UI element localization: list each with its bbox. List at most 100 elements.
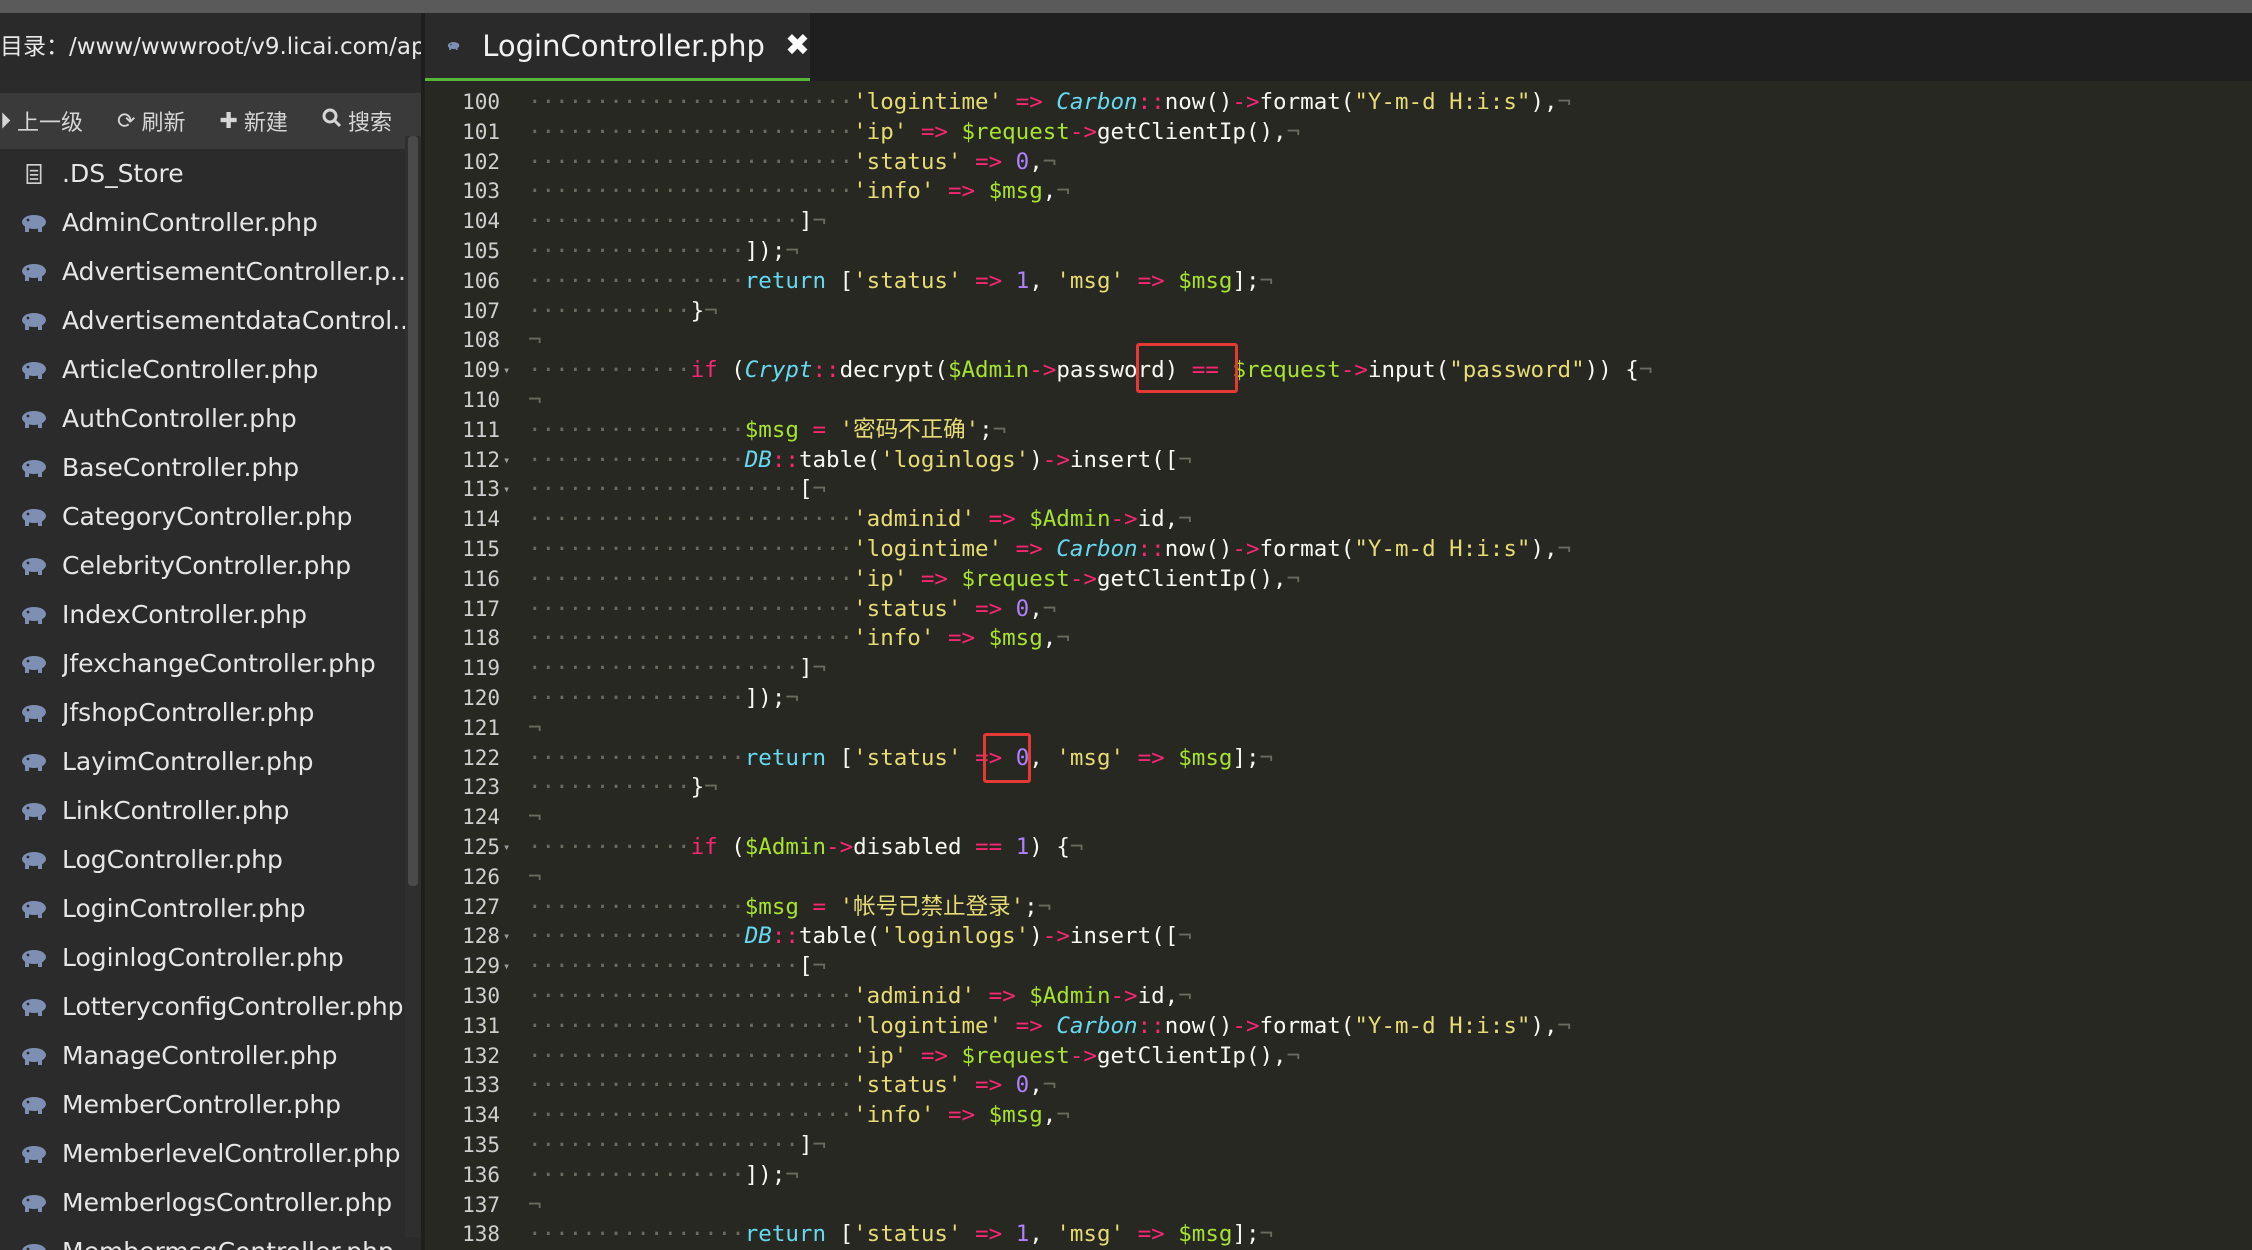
code-line: 108 ¬	[425, 326, 2252, 356]
code-token: "Y-m-d H:i:s"	[1354, 536, 1531, 562]
file-list-item[interactable]: AdvertisementdataControl...	[0, 296, 405, 345]
file-list-item[interactable]: LinkController.php	[0, 786, 405, 835]
sidebar-scrollbar-thumb[interactable]	[408, 136, 418, 886]
code-editor[interactable]: 138 ················return ['status' => 1…	[425, 81, 2252, 1250]
code-token: now()	[1164, 536, 1233, 562]
code-line: 104 ····················]¬	[425, 207, 2252, 237]
file-list-item[interactable]: LoginlogController.php	[0, 933, 405, 982]
indent-guide: ························	[528, 1042, 854, 1069]
code-token: ,	[1042, 625, 1057, 652]
file-list-item[interactable]: MemberlogsController.php	[0, 1178, 405, 1227]
code-token: getClientIp(),	[1096, 565, 1287, 592]
file-list-item[interactable]: LoginController.php	[0, 884, 405, 933]
file-name: LotteryconfigController.php	[62, 992, 404, 1021]
fold-marker-icon[interactable]: ▾	[503, 833, 510, 863]
code-token: insert([	[1069, 446, 1179, 473]
refresh-icon: ⟳	[117, 108, 136, 134]
line-number: 120	[462, 686, 500, 710]
refresh-button[interactable]: ⟳ 刷新	[117, 105, 185, 137]
code-line: 112 ▾ ················DB::table('loginlogs…	[425, 446, 2252, 476]
line-number: 107	[462, 298, 500, 323]
code-token: }	[690, 774, 705, 801]
code-token: [	[826, 267, 854, 294]
new-label: 新建	[243, 111, 288, 136]
code-token: ];	[1232, 267, 1260, 294]
line-number: 119	[462, 656, 500, 681]
file-list-item[interactable]: BaseController.php	[0, 443, 405, 492]
code-token: id,	[1137, 983, 1179, 1009]
go-up-button[interactable]: ⏵ 上一级	[0, 105, 83, 137]
code-token: 'msg'	[1056, 744, 1125, 771]
code-token: ),	[1530, 89, 1558, 115]
file-list-item[interactable]: AdvertisementController.p...	[0, 247, 405, 296]
file-list-item[interactable]: ManageController.php	[0, 1031, 405, 1080]
line-number: 135	[462, 1133, 500, 1157]
file-list-item[interactable]: MembermsgController.php	[0, 1227, 405, 1250]
code-text: ························'adminid' => $Ad…	[528, 505, 1192, 535]
fold-marker-icon[interactable]: ▾	[503, 475, 510, 505]
file-list-item[interactable]: CelebrityController.php	[0, 541, 405, 590]
code-token: ¬	[1178, 446, 1192, 473]
tab-login-controller[interactable]: LoginController.php ✖	[425, 13, 810, 81]
close-icon[interactable]: ✖	[785, 28, 810, 63]
code-token: ¬	[1037, 893, 1052, 920]
code-token: =>	[975, 1221, 1003, 1248]
code-token: "Y-m-d H:i:s"	[1354, 1012, 1531, 1039]
file-list-item[interactable]: LayimController.php	[0, 737, 405, 786]
line-number: 104	[462, 209, 500, 234]
code-token: 'adminid'	[853, 983, 976, 1009]
code-token: ->	[1232, 1012, 1260, 1039]
line-number: 126	[462, 864, 500, 889]
code-token: $msg	[988, 1102, 1043, 1129]
file-name: CelebrityController.php	[62, 551, 352, 580]
go-up-label: 上一级	[17, 111, 84, 136]
file-list-item[interactable]: AdminController.php	[0, 198, 405, 247]
file-list-item[interactable]: .DS_Store	[0, 149, 405, 198]
search-button[interactable]: 搜索	[322, 105, 392, 137]
code-token: ::	[1137, 536, 1165, 562]
code-text: ················DB::table('loginlogs')->…	[528, 922, 1192, 952]
indent-guide: ····················	[528, 953, 799, 980]
indent-guide: ····················	[528, 1132, 799, 1158]
line-number: 122	[462, 745, 500, 770]
code-token: id,	[1137, 506, 1179, 533]
code-token: =>	[920, 118, 948, 145]
code-line: 111 ················$msg = '密码不正确';¬	[425, 416, 2252, 446]
file-list-item[interactable]: LotteryconfigController.php	[0, 982, 405, 1031]
file-list-item[interactable]: MemberController.php	[0, 1080, 405, 1129]
fold-marker-icon[interactable]: ▾	[503, 922, 510, 952]
code-token: ¬	[1178, 923, 1192, 950]
file-name: MemberlogsController.php	[62, 1188, 393, 1217]
file-list-item[interactable]: CategoryController.php	[0, 492, 405, 541]
file-list-item[interactable]: JfshopController.php	[0, 688, 405, 737]
line-number: 110	[462, 388, 500, 412]
code-token: ) {	[1029, 834, 1070, 860]
code-text: ············}¬	[528, 297, 718, 327]
fold-marker-icon[interactable]: ▾	[503, 446, 510, 476]
file-list-item[interactable]: LogController.php	[0, 835, 405, 884]
file-list-item[interactable]: ArticleController.php	[0, 345, 405, 394]
new-button[interactable]: ✚ 新建	[219, 105, 287, 137]
code-text: ················]);¬	[528, 1161, 799, 1191]
php-elephant-icon	[22, 1047, 46, 1065]
code-token: ]	[798, 1132, 813, 1158]
file-list-item[interactable]: AuthController.php	[0, 394, 405, 443]
file-list-item[interactable]: MemberlevelController.php	[0, 1129, 405, 1178]
line-number: 137	[462, 1192, 500, 1217]
fold-marker-icon[interactable]: ▾	[503, 952, 510, 982]
php-elephant-icon	[22, 361, 46, 379]
line-number: 138	[462, 1222, 500, 1247]
code-token: table(	[798, 446, 881, 473]
file-list-item[interactable]: IndexController.php	[0, 590, 405, 639]
code-token: ¬	[528, 863, 542, 890]
fold-marker-icon[interactable]: ▾	[503, 356, 510, 386]
indent-guide: ························	[528, 1072, 854, 1099]
file-list-item[interactable]: JfexchangeController.php	[0, 639, 405, 688]
